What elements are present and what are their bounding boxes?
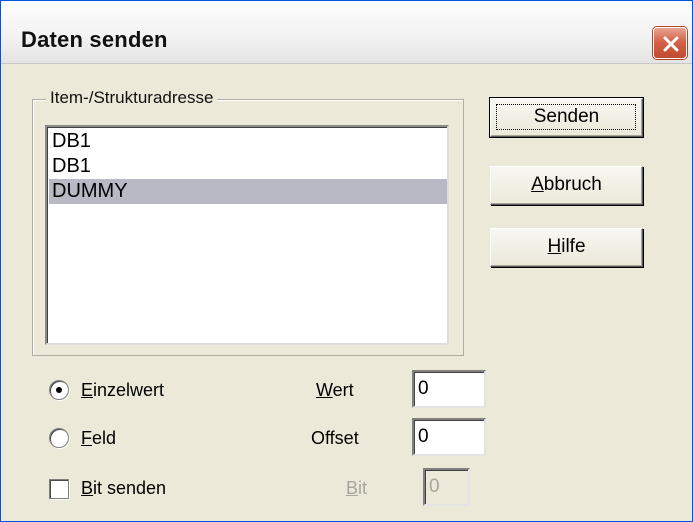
value-input[interactable]: 0 (412, 370, 486, 408)
offset-label: Offset (311, 428, 359, 448)
help-button[interactable]: Hilfe (490, 228, 643, 267)
address-group-label: Item-/Strukturadresse (46, 88, 218, 108)
bit-label: Bit (346, 478, 368, 498)
list-item[interactable]: DB1 (49, 154, 447, 179)
value-label: Wert (316, 380, 354, 400)
send-button[interactable]: Senden (489, 97, 644, 138)
window-title: Daten senden (21, 27, 168, 52)
field-radio[interactable] (49, 428, 69, 448)
help-accelerator: H (547, 236, 562, 257)
cancel-button[interactable]: Abbruch (490, 166, 643, 205)
send-button-label: Senden (533, 106, 600, 127)
help-button-label: ilfe (561, 236, 586, 257)
single-value-label[interactable]: Einzelwert (81, 380, 164, 401)
radio-selected-dot (56, 387, 62, 393)
title-bar[interactable]: Daten senden (1, 1, 692, 64)
dialog-body: Item-/Strukturadresse DB1 DB1 DUMMY Send… (1, 64, 692, 521)
dialog-window: Daten senden Item-/Strukturadresse DB1 D… (0, 0, 693, 522)
list-item-selected[interactable]: DUMMY (49, 179, 447, 204)
close-icon (663, 36, 679, 52)
field-label[interactable]: Feld (81, 428, 116, 449)
offset-input[interactable]: 0 (412, 418, 486, 456)
bit-send-label[interactable]: Bit senden (81, 478, 166, 499)
bit-send-checkbox[interactable] (49, 479, 69, 499)
bit-input[interactable]: 0 (423, 468, 470, 506)
address-listbox[interactable]: DB1 DB1 DUMMY (45, 125, 449, 345)
list-item[interactable]: DB1 (49, 129, 447, 154)
single-value-radio[interactable] (49, 380, 69, 400)
close-button[interactable] (653, 27, 687, 59)
cancel-button-label: bbruch (543, 174, 602, 195)
cancel-accelerator: A (531, 174, 544, 195)
